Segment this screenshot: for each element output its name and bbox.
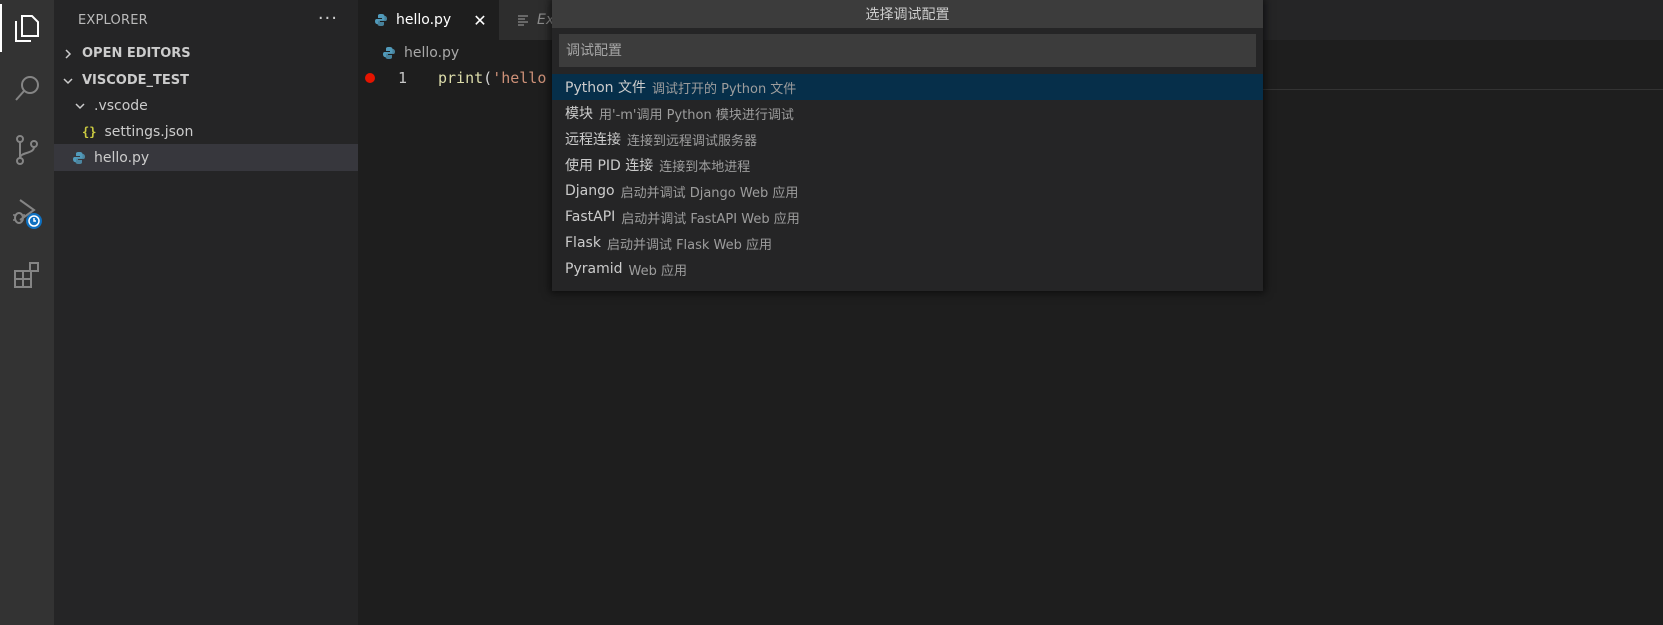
quick-pick-item-pid-attach[interactable]: 使用 PID 连接 连接到本地进程 bbox=[552, 152, 1263, 178]
item-description: 用'-m'调用 Python 模块进行调试 bbox=[599, 107, 794, 123]
item-label: Flask bbox=[565, 235, 601, 251]
item-label: Django bbox=[565, 183, 615, 199]
code-token-paren: ( bbox=[483, 69, 493, 87]
file-label: hello.py bbox=[94, 149, 150, 166]
code-text: print('hello bbox=[438, 69, 546, 87]
python-file-icon bbox=[382, 46, 396, 60]
quick-pick-item-python-file[interactable]: Python 文件 调试打开的 Python 文件 bbox=[552, 74, 1263, 100]
breadcrumb-file: hello.py bbox=[404, 45, 460, 61]
tree-file-hello-py[interactable]: hello.py bbox=[54, 144, 358, 171]
current-line-border bbox=[1263, 89, 1663, 90]
open-editors-label: OPEN EDITORS bbox=[82, 46, 191, 61]
item-label: Python 文件 bbox=[565, 80, 646, 96]
chevron-right-icon bbox=[60, 46, 76, 62]
quick-pick-item-remote-attach[interactable]: 远程连接 连接到远程调试服务器 bbox=[552, 126, 1263, 152]
quick-pick-list: Python 文件 调试打开的 Python 文件 模块 用'-m'调用 Pyt… bbox=[552, 74, 1263, 282]
python-file-icon bbox=[374, 13, 388, 27]
tab-extension[interactable]: Ex bbox=[499, 0, 559, 40]
activity-bar bbox=[0, 0, 54, 625]
quick-pick-item-django[interactable]: Django 启动并调试 Django Web 应用 bbox=[552, 178, 1263, 204]
item-label: Pyramid bbox=[565, 261, 623, 277]
search-icon[interactable] bbox=[0, 61, 54, 117]
quick-pick-input[interactable] bbox=[559, 34, 1256, 67]
quick-pick-title: 选择调试配置 bbox=[552, 0, 1263, 28]
quick-pick-item-flask[interactable]: Flask 启动并调试 Flask Web 应用 bbox=[552, 230, 1263, 256]
chevron-down-icon bbox=[60, 73, 76, 89]
workspace-section[interactable]: VISCODE_TEST bbox=[54, 67, 358, 94]
explorer-icon[interactable] bbox=[0, 0, 54, 56]
file-label: settings.json bbox=[104, 123, 194, 140]
tab-label: hello.py bbox=[396, 12, 452, 28]
item-label: 模块 bbox=[565, 106, 593, 122]
item-description: 启动并调试 Flask Web 应用 bbox=[606, 237, 773, 253]
tree-file-settings-json[interactable]: {} settings.json bbox=[54, 118, 358, 145]
open-editors-section[interactable]: OPEN EDITORS bbox=[54, 40, 358, 67]
code-token-string: 'hello bbox=[492, 69, 547, 87]
debug-config-quick-pick: 选择调试配置 Python 文件 调试打开的 Python 文件 模块 用'-m… bbox=[552, 0, 1263, 291]
code-token-function: print bbox=[438, 69, 484, 87]
workspace-label: VISCODE_TEST bbox=[82, 73, 190, 88]
breakpoint-icon[interactable] bbox=[365, 73, 375, 83]
item-label: 远程连接 bbox=[565, 132, 621, 148]
source-control-icon[interactable] bbox=[0, 122, 54, 178]
tree-folder-vscode[interactable]: .vscode bbox=[54, 92, 358, 119]
folder-label: .vscode bbox=[94, 97, 148, 114]
json-file-icon: {} bbox=[82, 124, 97, 139]
more-actions-icon[interactable]: ··· bbox=[318, 8, 338, 29]
close-icon[interactable]: ✕ bbox=[473, 11, 486, 30]
item-description: 启动并调试 FastAPI Web 应用 bbox=[621, 211, 800, 227]
extensions-icon[interactable] bbox=[0, 247, 54, 303]
python-file-icon bbox=[72, 151, 86, 165]
item-label: FastAPI bbox=[565, 209, 616, 225]
item-description: Web 应用 bbox=[628, 263, 687, 279]
explorer-sidebar: EXPLORER ··· OPEN EDITORS VISCODE_TEST .… bbox=[54, 0, 358, 625]
preview-icon bbox=[517, 14, 529, 26]
quick-pick-item-fastapi[interactable]: FastAPI 启动并调试 FastAPI Web 应用 bbox=[552, 204, 1263, 230]
sidebar-title: EXPLORER bbox=[78, 12, 148, 28]
item-description: 连接到远程调试服务器 bbox=[627, 133, 758, 149]
quick-pick-item-pyramid[interactable]: Pyramid Web 应用 bbox=[552, 256, 1263, 282]
tab-hello-py[interactable]: hello.py ✕ bbox=[358, 0, 499, 40]
item-description: 连接到本地进程 bbox=[659, 159, 751, 175]
chevron-down-icon bbox=[72, 98, 88, 114]
quick-pick-item-module[interactable]: 模块 用'-m'调用 Python 模块进行调试 bbox=[552, 100, 1263, 126]
item-description: 调试打开的 Python 文件 bbox=[651, 81, 797, 97]
line-number: 1 bbox=[398, 69, 408, 87]
item-label: 使用 PID 连接 bbox=[565, 158, 654, 174]
run-debug-icon[interactable] bbox=[0, 185, 54, 241]
item-description: 启动并调试 Django Web 应用 bbox=[620, 185, 799, 201]
